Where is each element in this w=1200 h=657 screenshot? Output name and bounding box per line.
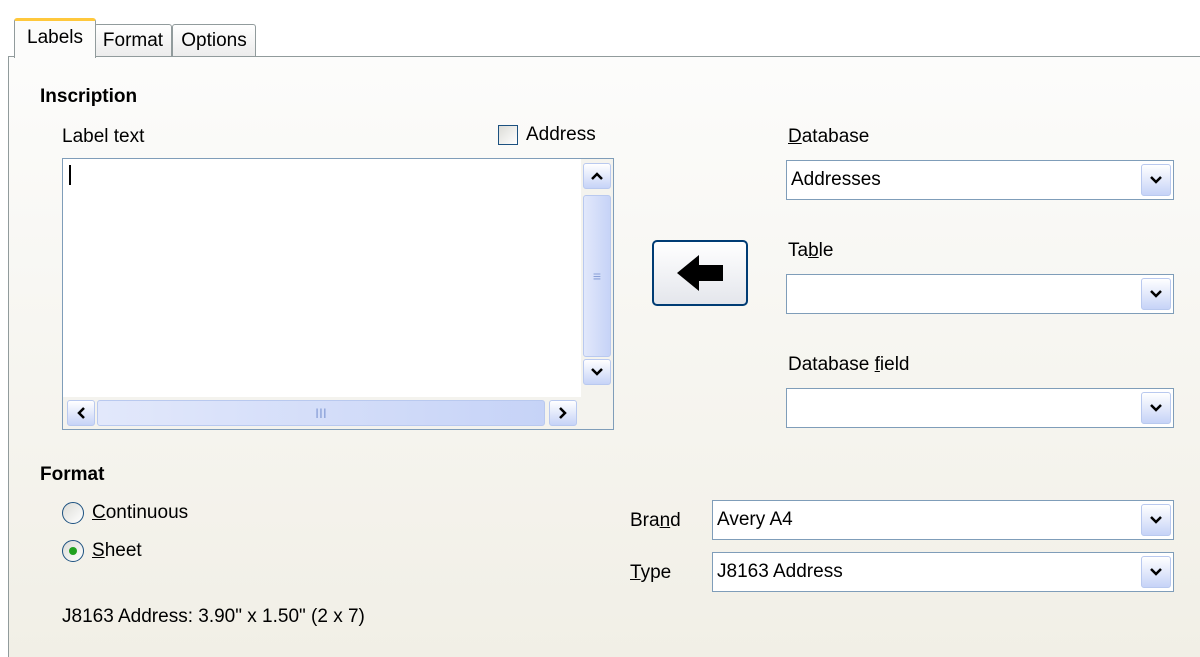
tab-labels[interactable]: Labels [14,18,96,58]
chevron-up-icon [591,172,603,180]
vertical-scroll-thumb[interactable]: ≡ [583,195,611,357]
database-field-dropdown-button[interactable] [1141,392,1171,424]
database-field-label: Database field [788,354,910,375]
continuous-radio-circle[interactable] [62,502,84,524]
inscription-heading: Inscription [40,86,138,107]
chevron-down-icon [1150,404,1162,412]
arrow-left-icon [677,255,723,291]
scroll-up-button[interactable] [583,163,611,189]
radio-selected-dot [69,547,77,555]
format-summary: J8163 Address: 3.90" x 1.50" (2 x 7) [62,606,365,627]
text-caret [69,165,71,185]
label-text-area[interactable]: ≡ III [62,158,614,430]
horizontal-scrollbar[interactable]: III [63,397,581,429]
chevron-left-icon [77,407,85,419]
scroll-right-button[interactable] [549,400,577,426]
table-dropdown-button[interactable] [1141,278,1171,310]
scroll-left-button[interactable] [67,400,95,426]
chevron-down-icon [591,368,603,376]
sheet-radio-circle[interactable] [62,540,84,562]
address-checkbox[interactable]: Address [498,124,596,146]
database-label: Database [788,126,870,147]
format-heading: Format [40,464,105,485]
brand-combobox[interactable]: Avery A4 [712,500,1174,540]
continuous-radio[interactable]: Continuous [62,502,188,524]
type-dropdown-button[interactable] [1141,556,1171,588]
sheet-radio[interactable]: Sheet [62,540,142,562]
tab-format[interactable]: Format [94,24,172,56]
chevron-down-icon [1150,568,1162,576]
continuous-radio-label: Continuous [92,502,189,523]
database-dropdown-button[interactable] [1141,164,1171,196]
horizontal-scroll-thumb[interactable]: III [97,400,545,426]
database-value: Addresses [791,169,881,190]
brand-dropdown-button[interactable] [1141,504,1171,536]
scroll-corner [581,397,613,429]
vertical-grip: ≡ [592,268,602,284]
sheet-radio-label: Sheet [92,540,142,561]
address-checkbox-box[interactable] [498,125,518,145]
database-field-combobox[interactable] [786,388,1174,428]
chevron-down-icon [1150,176,1162,184]
chevron-down-icon [1150,290,1162,298]
label-text-label: Label text [62,126,145,147]
table-label: Table [788,240,834,261]
type-label: Type [630,562,672,583]
table-combobox[interactable] [786,274,1174,314]
brand-label: Brand [630,510,681,531]
chevron-right-icon [559,407,567,419]
insert-field-button[interactable] [652,240,748,306]
database-combobox[interactable]: Addresses [786,160,1174,200]
type-combobox[interactable]: J8163 Address [712,552,1174,592]
vertical-scrollbar[interactable]: ≡ [581,159,613,397]
chevron-down-icon [1150,516,1162,524]
tab-options[interactable]: Options [172,24,256,56]
address-checkbox-label: Address [526,124,596,145]
horizontal-grip: III [315,405,327,421]
brand-value: Avery A4 [717,509,793,530]
type-value: J8163 Address [717,561,843,582]
scroll-down-button[interactable] [583,359,611,385]
